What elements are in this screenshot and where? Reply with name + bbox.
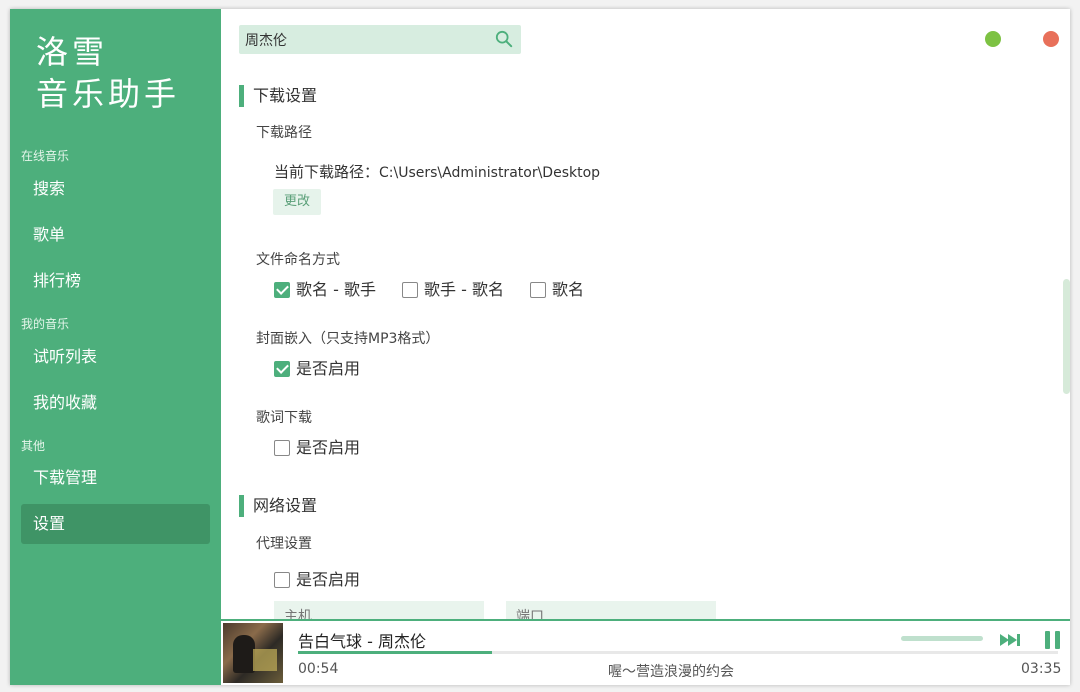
- sidebar-group-other: 其他: [21, 439, 46, 453]
- proxy-port-input[interactable]: [506, 601, 716, 619]
- proxy-host-input[interactable]: [274, 601, 484, 619]
- next-track-icon[interactable]: [998, 629, 1022, 651]
- naming-option-title-only[interactable]: 歌名: [530, 279, 584, 301]
- current-lyric: 喔～营造浪漫的约会: [608, 664, 734, 680]
- lyrics-download-option-label: 是否启用: [296, 438, 361, 457]
- search-bar: [239, 25, 521, 54]
- song-title: 告白气球 - 周杰伦: [298, 632, 426, 651]
- cover-art-figure: [233, 635, 255, 673]
- checkbox-checked: [274, 282, 290, 298]
- search-input[interactable]: [239, 25, 489, 54]
- proxy-option-label: 是否启用: [296, 570, 361, 589]
- naming-option-label: 歌名: [552, 280, 585, 299]
- sidebar-item-download-manager[interactable]: 下载管理: [21, 458, 210, 498]
- sidebar-item-trial-list[interactable]: 试听列表: [21, 337, 210, 377]
- checkbox-unchecked: [274, 440, 290, 456]
- current-path-value: C:\Users\Administrator\Desktop: [379, 165, 601, 181]
- progress-bar[interactable]: [298, 651, 1058, 654]
- current-time: 00:54: [298, 661, 339, 677]
- sidebar-group-online: 在线音乐: [21, 149, 70, 163]
- sidebar: 洛雪 音乐助手 在线音乐 搜索 歌单 排行榜 我的音乐 试听列表 我的收藏 其他…: [10, 9, 221, 685]
- sidebar-item-settings[interactable]: 设置: [21, 504, 210, 544]
- sidebar-item-favorites[interactable]: 我的收藏: [21, 383, 210, 423]
- download-path-label: 下载路径: [256, 125, 312, 141]
- sidebar-item-search[interactable]: 搜索: [21, 169, 210, 209]
- naming-option-label: 歌手 - 歌名: [424, 280, 504, 299]
- naming-option-label: 歌名 - 歌手: [296, 280, 376, 299]
- volume-slider[interactable]: [901, 636, 983, 641]
- minimize-button[interactable]: [985, 31, 1001, 47]
- pause-icon[interactable]: [1041, 629, 1065, 651]
- checkbox-checked: [274, 361, 290, 377]
- logo-line-2: 音乐助手: [36, 75, 181, 113]
- current-path-text: 当前下载路径：C:\Users\Administrator\Desktop: [274, 161, 600, 182]
- checkbox-unchecked: [274, 572, 290, 588]
- scrollbar[interactable]: [1063, 279, 1070, 394]
- network-settings-title: 网络设置: [239, 495, 317, 517]
- current-path-prefix: 当前下载路径：: [274, 163, 380, 181]
- cover-embed-option-label: 是否启用: [296, 359, 361, 378]
- checkbox-unchecked: [402, 282, 418, 298]
- change-path-button[interactable]: 更改: [273, 189, 321, 215]
- proxy-settings-label: 代理设置: [256, 536, 312, 552]
- search-icon[interactable]: [495, 30, 513, 48]
- cover-embed-toggle[interactable]: 是否启用: [274, 358, 360, 380]
- player-bar: 告白气球 - 周杰伦 00:54 喔～营造浪漫的约会 03:35: [221, 619, 1070, 685]
- progress-fill: [298, 651, 492, 654]
- sidebar-group-my-music: 我的音乐: [21, 317, 70, 331]
- app-logo: 洛雪 音乐助手: [36, 31, 180, 115]
- app-window: 洛雪 音乐助手 在线音乐 搜索 歌单 排行榜 我的音乐 试听列表 我的收藏 其他…: [10, 9, 1070, 685]
- album-cover[interactable]: [223, 623, 283, 683]
- file-naming-label: 文件命名方式: [256, 252, 340, 268]
- naming-option-title-artist[interactable]: 歌名 - 歌手: [274, 279, 376, 301]
- sidebar-item-leaderboard[interactable]: 排行榜: [21, 261, 210, 301]
- proxy-toggle[interactable]: 是否启用: [274, 569, 360, 591]
- total-time: 03:35: [1021, 661, 1062, 677]
- lyrics-download-label: 歌词下载: [256, 410, 312, 426]
- cover-art-text: [253, 649, 277, 671]
- download-settings-title: 下载设置: [239, 85, 317, 107]
- logo-line-1: 洛雪: [36, 33, 109, 71]
- checkbox-unchecked: [530, 282, 546, 298]
- naming-option-artist-title[interactable]: 歌手 - 歌名: [402, 279, 504, 301]
- sidebar-item-playlist[interactable]: 歌单: [21, 215, 210, 255]
- lyrics-download-toggle[interactable]: 是否启用: [274, 437, 360, 459]
- cover-embed-label: 封面嵌入（只支持MP3格式）: [256, 331, 440, 347]
- settings-panel: 下载设置 下载路径 当前下载路径：C:\Users\Administrator\…: [221, 9, 1070, 619]
- close-button[interactable]: [1043, 31, 1059, 47]
